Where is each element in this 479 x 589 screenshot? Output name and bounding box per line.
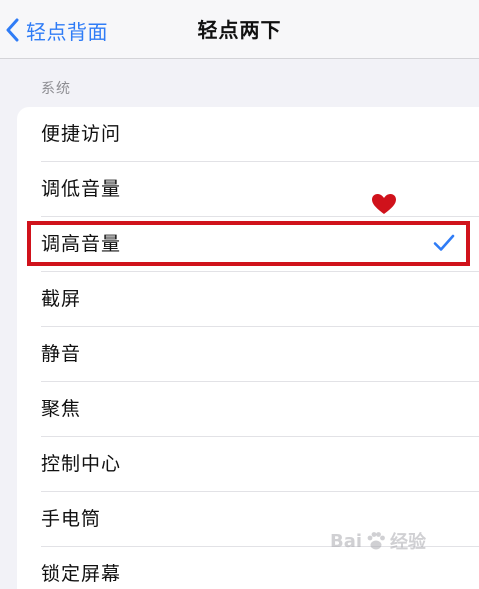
- paw-icon: [362, 530, 390, 552]
- list-item-accessibility[interactable]: 便捷访问: [17, 107, 479, 162]
- watermark-left-text: Bai: [330, 530, 363, 552]
- watermark: Bai 经验: [330, 528, 426, 554]
- list-item-control-center[interactable]: 控制中心: [17, 437, 479, 492]
- list-item-mute[interactable]: 静音: [17, 327, 479, 382]
- list-item-focus[interactable]: 聚焦: [17, 382, 479, 437]
- list-item-screenshot[interactable]: 截屏: [17, 272, 479, 327]
- list-item-label: 静音: [41, 343, 82, 365]
- page-title: 轻点两下: [197, 18, 282, 42]
- section-header: 系统: [41, 81, 71, 97]
- list-item-volume-down[interactable]: 调低音量: [17, 162, 479, 217]
- watermark-right-text: 经验: [390, 532, 427, 553]
- list-item-label: 手电筒: [41, 508, 102, 530]
- list-item-label: 聚焦: [41, 398, 82, 420]
- list-item-label: 控制中心: [41, 453, 122, 475]
- options-list: 便捷访问 调低音量 调高音量 截屏 静音 聚焦 控制中心 手电筒 锁定屏幕: [17, 107, 479, 589]
- navigation-bar: 轻点背面 轻点两下: [0, 0, 479, 59]
- list-item-label: 锁定屏幕: [41, 563, 122, 585]
- selection-highlight-box: [27, 221, 470, 266]
- heart-icon: [371, 193, 397, 215]
- list-item-label: 截屏: [41, 288, 82, 310]
- list-item-label: 调低音量: [41, 178, 122, 200]
- list-item-label: 便捷访问: [41, 123, 122, 145]
